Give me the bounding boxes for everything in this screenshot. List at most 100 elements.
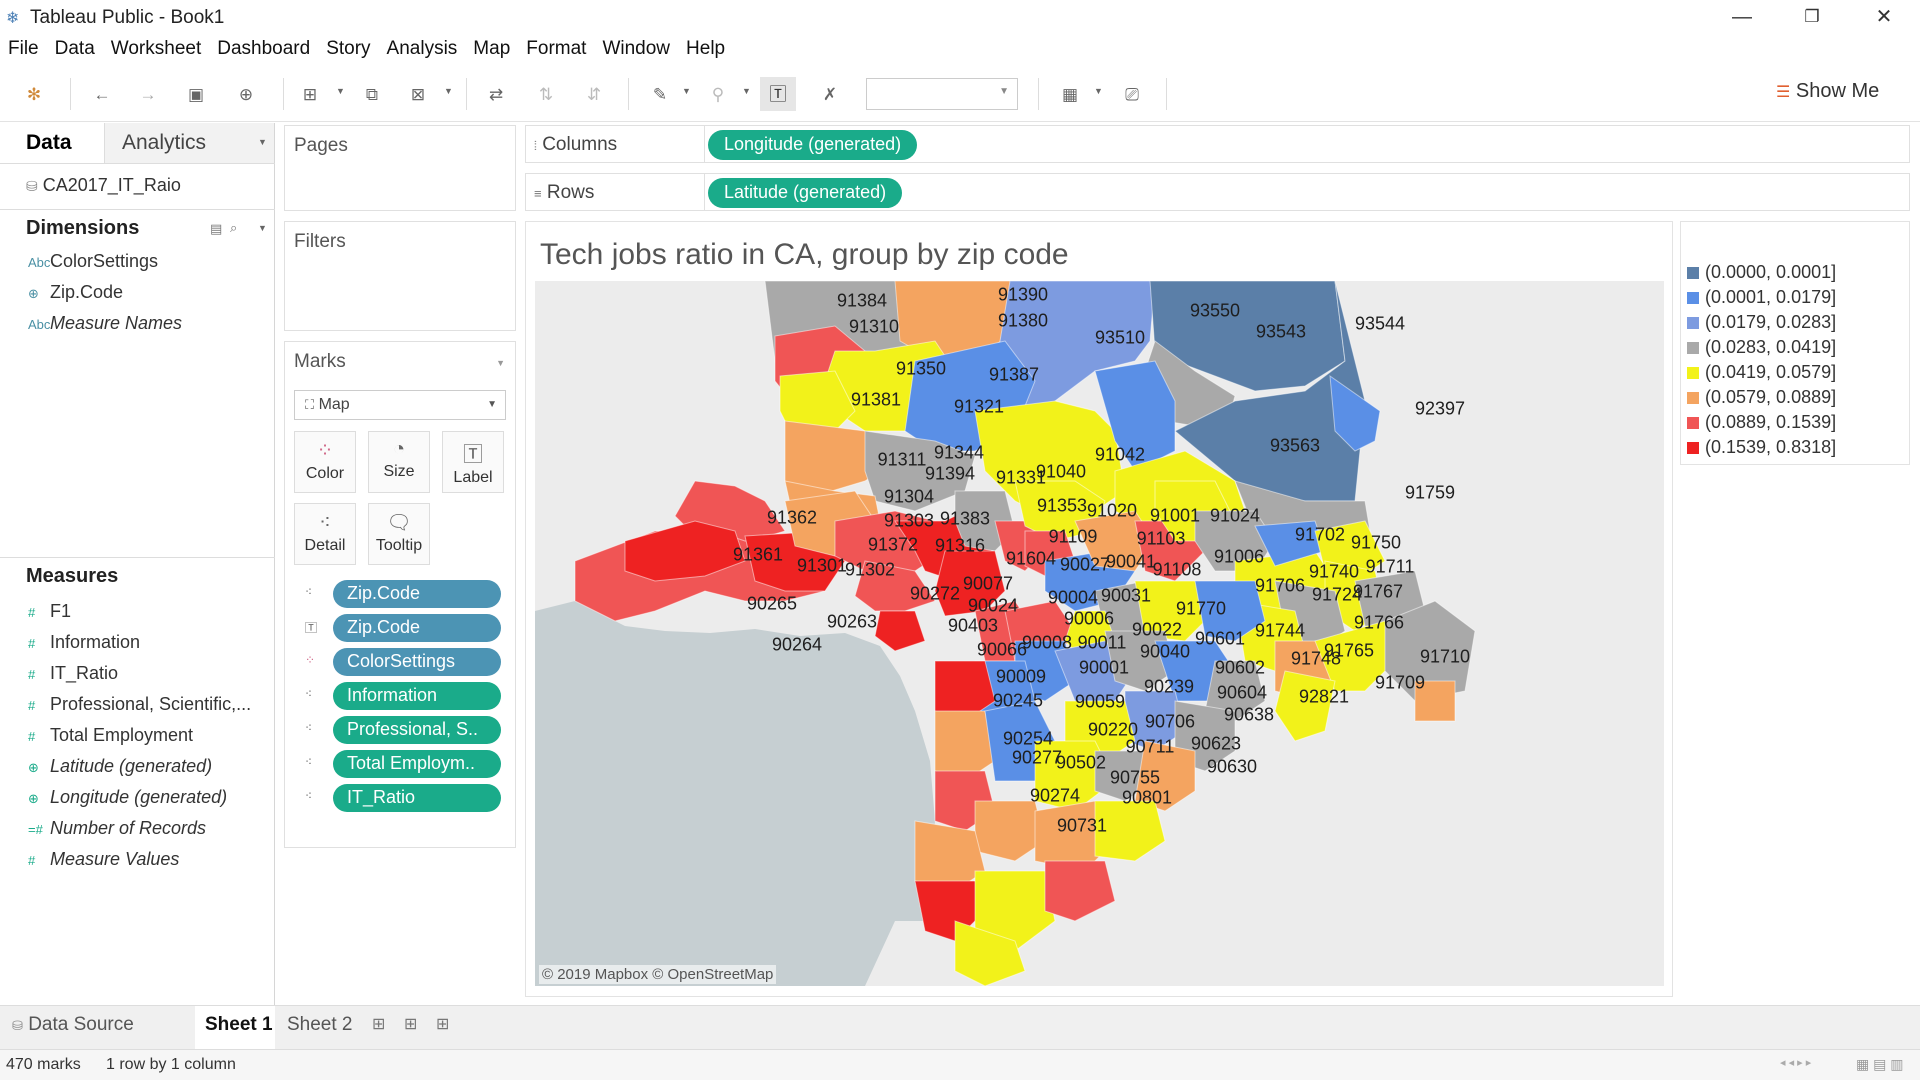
zip-code-label[interactable]: 91711	[1366, 557, 1415, 578]
menu-dashboard[interactable]: Dashboard	[209, 34, 318, 60]
zip-code-label[interactable]: 90041	[1106, 552, 1156, 573]
menu-format[interactable]: Format	[518, 34, 594, 60]
zip-code-label[interactable]: 91372	[868, 535, 918, 556]
zip-code-label[interactable]: 91765	[1324, 641, 1374, 662]
new-story-icon[interactable]: ⊞	[436, 1014, 449, 1034]
zip-code-label[interactable]: 90024	[968, 596, 1018, 617]
navigation-arrows-icon[interactable]: ◂ ◂ ▸ ▸	[1780, 1056, 1811, 1069]
legend-item[interactable]: (0.0283, 0.0419]	[1687, 337, 1836, 358]
zip-code-label[interactable]: 91770	[1176, 599, 1226, 620]
label-button[interactable]: 🅃 Label	[442, 431, 504, 493]
zip-code-label[interactable]: 90403	[948, 616, 998, 637]
zip-code-label[interactable]: 90077	[963, 574, 1013, 595]
zip-code-label[interactable]: 90040	[1140, 642, 1190, 663]
zip-code-label[interactable]: 90066	[977, 640, 1027, 661]
rows-shelf[interactable]: ≡ Rows Latitude (generated)	[525, 173, 1910, 211]
zip-code-label[interactable]: 93550	[1190, 301, 1240, 322]
size-button[interactable]: ◔ Size	[368, 431, 430, 493]
cards-dropdown-icon[interactable]: ▼	[1094, 86, 1103, 96]
zip-code-label[interactable]: 90602	[1215, 658, 1265, 679]
zip-code-label[interactable]: 91381	[851, 390, 901, 411]
zip-code-label[interactable]: 90502	[1056, 753, 1106, 774]
show-hide-cards-icon[interactable]: ▦	[1058, 83, 1082, 107]
tab-sheet-2[interactable]: Sheet 2	[287, 1014, 353, 1036]
save-icon[interactable]: ▣	[184, 83, 208, 107]
highlight-dropdown-icon[interactable]: ▼	[682, 86, 691, 96]
menu-worksheet[interactable]: Worksheet	[103, 34, 209, 60]
zip-code-label[interactable]: 90001	[1079, 658, 1129, 679]
field-measure-names[interactable]: AbcMeasure Names	[28, 313, 182, 334]
zip-code-label[interactable]: 90272	[910, 584, 960, 605]
zip-code-label[interactable]: 91024	[1210, 506, 1260, 527]
zip-code-label[interactable]: 93544	[1355, 314, 1405, 335]
color-legend[interactable]: (0.0000, 0.0001] (0.0001, 0.0179] (0.0179,…	[1680, 221, 1910, 465]
zip-code-label[interactable]: 91108	[1153, 560, 1202, 581]
legend-item[interactable]: (0.0419, 0.0579]	[1687, 362, 1836, 383]
zip-code-label[interactable]: 90630	[1207, 757, 1257, 778]
rows-pill-latitude[interactable]: Latitude (generated)	[708, 178, 903, 208]
zip-code-label[interactable]: 90264	[772, 635, 822, 656]
tab-data[interactable]: Data	[26, 131, 72, 155]
marks-pill-professional[interactable]: Professional, S..	[333, 716, 501, 744]
zip-code-label[interactable]: 90711	[1126, 737, 1175, 758]
zip-code-label[interactable]: 91750	[1351, 533, 1401, 554]
zip-code-label[interactable]: 90254	[1003, 729, 1053, 750]
zip-code-label[interactable]: 90263	[827, 612, 877, 633]
marks-menu-icon[interactable]: ▼	[496, 358, 505, 368]
tab-data-source[interactable]: ⛁ Data Source	[12, 1014, 134, 1036]
zip-code-label[interactable]: 91767	[1353, 582, 1403, 603]
zip-code-label[interactable]: 91301	[797, 556, 847, 577]
zip-code-label[interactable]: 92397	[1415, 399, 1465, 420]
group-dropdown-icon[interactable]: ▼	[742, 86, 751, 96]
columns-pill-longitude[interactable]: Longitude (generated)	[708, 130, 918, 160]
zip-code-label[interactable]: 90006	[1064, 609, 1114, 630]
mark-type-select[interactable]: ⛶ Map ▼	[294, 390, 506, 420]
swap-rows-columns-icon[interactable]: ⇄	[484, 83, 508, 107]
legend-item[interactable]: (0.0001, 0.0179]	[1687, 287, 1836, 308]
zip-code-label[interactable]: 90027	[1060, 555, 1110, 576]
zip-code-label[interactable]: 91740	[1309, 562, 1359, 583]
zip-code-label[interactable]: 90059	[1075, 692, 1125, 713]
close-button[interactable]: ✕	[1864, 4, 1904, 30]
zip-code-label[interactable]: 90265	[747, 594, 797, 615]
zip-code-label[interactable]: 90706	[1145, 712, 1195, 733]
zip-code-label[interactable]: 93510	[1095, 328, 1145, 349]
field-measure-values[interactable]: # Measure Values	[28, 849, 179, 870]
zip-code-label[interactable]: 91310	[849, 317, 899, 338]
zip-code-label[interactable]: 91350	[896, 359, 946, 380]
search-icon[interactable]: ⌕	[230, 220, 237, 236]
tableau-start-icon[interactable]: ✻	[22, 83, 46, 107]
duplicate-sheet-icon[interactable]: ⧉	[360, 83, 384, 107]
sort-descending-icon[interactable]: ⇵	[582, 83, 606, 107]
clear-sheet-dropdown-icon[interactable]: ▼	[444, 86, 453, 96]
marks-pill-information[interactable]: Information	[333, 682, 501, 710]
zip-code-label[interactable]: 91387	[989, 365, 1039, 386]
menu-map[interactable]: Map	[465, 34, 518, 60]
marks-pill-it-ratio[interactable]: IT_Ratio	[333, 784, 501, 812]
show-me-button[interactable]: ☰ Show Me	[1776, 80, 1879, 103]
fix-axes-icon[interactable]: ✗	[818, 83, 842, 107]
zip-code-label[interactable]: 91316	[935, 536, 985, 557]
field-zip-code[interactable]: ⊕ Zip.Code	[28, 282, 123, 303]
columns-shelf[interactable]: ⦙ Columns Longitude (generated)	[525, 125, 1910, 163]
new-datasource-icon[interactable]: ⊕	[234, 83, 258, 107]
fit-dropdown[interactable]: ▼	[866, 78, 1018, 110]
zip-code-label[interactable]: 90274	[1030, 786, 1080, 807]
zip-code-label[interactable]: 93563	[1270, 436, 1320, 457]
marks-pill-total-employment[interactable]: Total Employm..	[333, 750, 501, 778]
legend-item[interactable]: (0.0889, 0.1539]	[1687, 412, 1836, 433]
zip-code-label[interactable]: 91361	[733, 545, 783, 566]
zip-code-label[interactable]: 90277	[1012, 748, 1062, 769]
marks-pill-zip-code-detail[interactable]: Zip.Code	[333, 580, 501, 608]
zip-code-label[interactable]: 90008	[1022, 633, 1072, 654]
field-colorsettings[interactable]: AbcColorSettings	[28, 251, 158, 272]
zip-code-label[interactable]: 91394	[925, 464, 975, 485]
tab-sheet-1[interactable]: Sheet 1	[205, 1014, 273, 1036]
legend-item[interactable]: (0.0579, 0.0889]	[1687, 387, 1836, 408]
zip-code-label[interactable]: 91042	[1095, 445, 1145, 466]
detail-button[interactable]: ⁖ Detail	[294, 503, 356, 565]
zip-code-label[interactable]: 91702	[1295, 525, 1345, 546]
zip-code-label[interactable]: 90009	[996, 667, 1046, 688]
zip-code-label[interactable]: 91344	[934, 443, 984, 464]
menu-file[interactable]: File	[0, 34, 47, 60]
